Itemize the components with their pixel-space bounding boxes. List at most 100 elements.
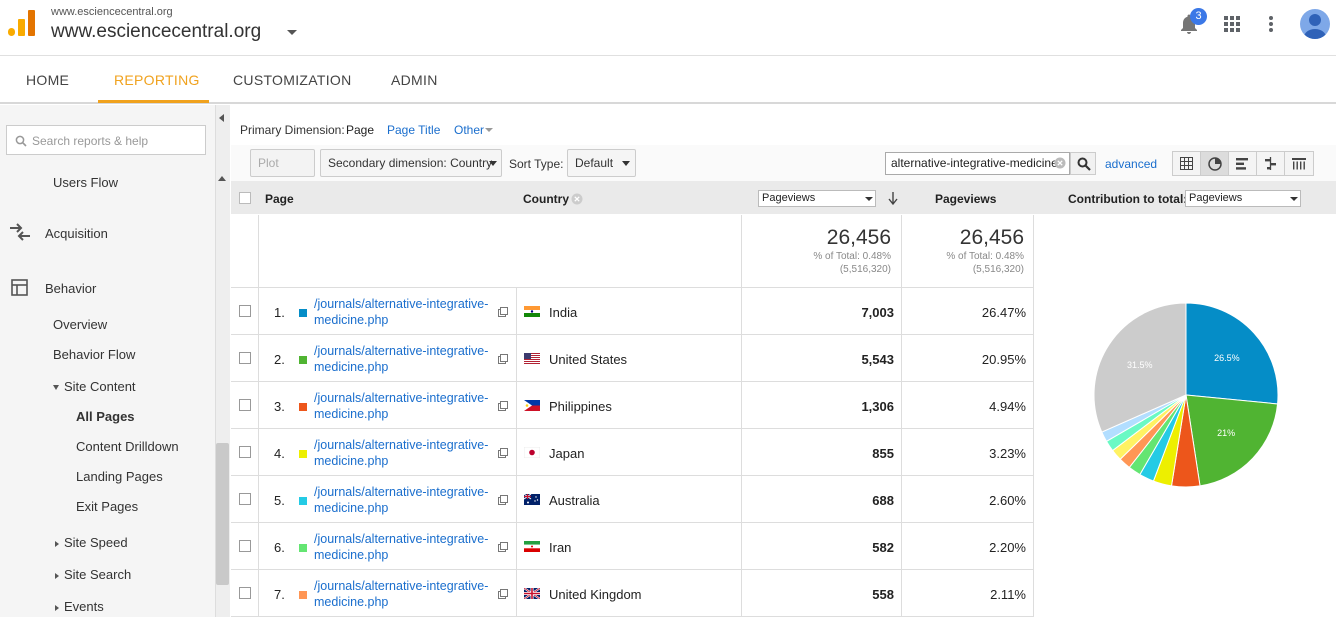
- tab-home[interactable]: HOME: [26, 72, 69, 88]
- open-link-icon[interactable]: [498, 589, 508, 599]
- comparison-view-button[interactable]: [1257, 152, 1285, 175]
- sidebar-scrollbar-thumb[interactable]: [216, 443, 229, 585]
- sidebar-item-events[interactable]: Events: [55, 599, 104, 614]
- summary-percent: % of Total: 0.48%: [813, 251, 891, 262]
- open-link-icon[interactable]: [498, 307, 508, 317]
- contribution-select[interactable]: Pageviews: [1185, 190, 1301, 207]
- pie-slice[interactable]: [1185, 394, 1279, 487]
- clear-filter-icon[interactable]: [1054, 157, 1066, 169]
- tab-reporting[interactable]: REPORTING: [114, 72, 200, 88]
- page-link[interactable]: /journals/alternative-integrative- medic…: [314, 437, 499, 469]
- select-all-checkbox[interactable]: [239, 192, 251, 204]
- country-name[interactable]: Australia: [549, 493, 600, 508]
- page-link[interactable]: /journals/alternative-integrative- medic…: [314, 390, 499, 422]
- page-link[interactable]: /journals/alternative-integrative- medic…: [314, 531, 499, 563]
- pie-view-button[interactable]: [1201, 152, 1229, 175]
- column-header-country[interactable]: Country: [523, 192, 569, 206]
- country-name[interactable]: United States: [549, 352, 627, 367]
- tab-admin[interactable]: ADMIN: [391, 72, 438, 88]
- sort-type-select[interactable]: Default: [567, 149, 636, 177]
- column-header-pageviews[interactable]: Pageviews: [935, 192, 996, 206]
- open-link-icon[interactable]: [498, 542, 508, 552]
- sidebar-item-landing-pages[interactable]: Landing Pages: [76, 469, 163, 484]
- primary-dimension-label: Primary Dimension:: [240, 123, 345, 137]
- property-selector[interactable]: www.esciencecentral.org: [51, 21, 261, 43]
- page-link[interactable]: /journals/alternative-integrative- medic…: [314, 484, 499, 516]
- sidebar-item-site-content[interactable]: Site Content: [53, 379, 136, 394]
- country-name[interactable]: Philippines: [549, 399, 612, 414]
- primary-dimension-other[interactable]: Other: [454, 123, 484, 137]
- table-view-button[interactable]: [1173, 152, 1201, 175]
- row-checkbox[interactable]: [239, 399, 251, 411]
- sidebar-item-site-search[interactable]: Site Search: [55, 567, 131, 582]
- collapse-sidebar-icon[interactable]: [219, 114, 224, 122]
- user-avatar[interactable]: [1300, 9, 1330, 39]
- account-name: www.esciencecentral.org: [51, 6, 173, 18]
- pageviews-percent: 2.11%: [990, 587, 1026, 602]
- advanced-filter-link[interactable]: advanced: [1105, 157, 1157, 171]
- page-link[interactable]: /journals/alternative-integrative- medic…: [314, 578, 499, 610]
- open-link-icon[interactable]: [498, 401, 508, 411]
- table-filter-input[interactable]: alternative-integrative-medicine: [885, 152, 1070, 175]
- pageviews-percent: 3.23%: [989, 446, 1026, 461]
- sidebar: Search reports & help Users Flow Acquisi…: [0, 105, 215, 617]
- table-row: 4. /journals/alternative-integrative- me…: [231, 429, 1034, 476]
- page-link[interactable]: /journals/alternative-integrative- medic…: [314, 296, 499, 328]
- open-link-icon[interactable]: [498, 495, 508, 505]
- sidebar-item-content-drilldown[interactable]: Content Drilldown: [76, 439, 179, 454]
- sidebar-item-acquisition[interactable]: Acquisition: [45, 226, 108, 241]
- row-number: 6.: [274, 540, 285, 555]
- analytics-logo-icon[interactable]: [8, 10, 36, 38]
- sidebar-item-behavior-flow[interactable]: Behavior Flow: [53, 347, 135, 362]
- sidebar-item-site-speed[interactable]: Site Speed: [55, 535, 128, 550]
- row-checkbox[interactable]: [239, 540, 251, 552]
- pageviews-percent: 2.60%: [989, 493, 1026, 508]
- scroll-up-arrow-icon[interactable]: [218, 176, 226, 181]
- summary-value: 26,456: [826, 226, 891, 249]
- page-link[interactable]: /journals/alternative-integrative- medic…: [314, 343, 499, 375]
- row-checkbox[interactable]: [239, 493, 251, 505]
- sort-descending-arrow-icon[interactable]: [888, 192, 898, 205]
- chevron-down-icon[interactable]: [287, 30, 297, 35]
- triangle-right-icon: [55, 572, 59, 579]
- chevron-down-icon: [1290, 197, 1298, 201]
- filter-search-button[interactable]: [1070, 152, 1096, 175]
- column-header-page[interactable]: Page: [265, 192, 294, 206]
- secondary-dimension-select[interactable]: Secondary dimension: Country: [320, 149, 502, 177]
- metric-select[interactable]: Pageviews: [758, 190, 876, 207]
- row-checkbox[interactable]: [239, 352, 251, 364]
- row-checkbox[interactable]: [239, 446, 251, 458]
- chevron-down-icon[interactable]: [485, 128, 493, 132]
- primary-dimension-page-title[interactable]: Page Title: [387, 123, 440, 137]
- apps-grid-icon[interactable]: [1224, 16, 1240, 32]
- search-reports-input[interactable]: Search reports & help: [6, 125, 206, 155]
- country-name[interactable]: India: [549, 305, 577, 320]
- summary-pageviews-2: 26,456 % of Total: 0.48% (5,516,320): [903, 215, 1034, 288]
- remove-dimension-icon[interactable]: [571, 193, 583, 205]
- more-vert-icon[interactable]: [1266, 15, 1276, 33]
- plot-rows-button[interactable]: Plot Rows: [250, 149, 315, 196]
- country-flag-icon: [524, 353, 540, 364]
- country-name[interactable]: United Kingdom: [549, 587, 642, 602]
- sort-type-label: Sort Type:: [509, 157, 564, 171]
- row-color-swatch: [299, 403, 307, 411]
- sidebar-item-overview[interactable]: Overview: [53, 317, 107, 332]
- sidebar-item-all-pages[interactable]: All Pages: [76, 409, 135, 424]
- open-link-icon[interactable]: [498, 354, 508, 364]
- table-row: 5. /journals/alternative-integrative- me…: [231, 476, 1034, 523]
- country-name[interactable]: Japan: [549, 446, 584, 461]
- row-number: 7.: [274, 587, 285, 602]
- country-flag-icon: [524, 306, 540, 317]
- row-checkbox[interactable]: [239, 305, 251, 317]
- open-link-icon[interactable]: [498, 448, 508, 458]
- country-name[interactable]: Iran: [549, 540, 571, 555]
- row-checkbox[interactable]: [239, 587, 251, 599]
- row-color-swatch: [299, 544, 307, 552]
- sidebar-item-behavior[interactable]: Behavior: [45, 281, 96, 296]
- row-number: 5.: [274, 493, 285, 508]
- tab-customization[interactable]: CUSTOMIZATION: [233, 72, 352, 88]
- sidebar-item-users-flow[interactable]: Users Flow: [53, 175, 118, 190]
- sidebar-item-exit-pages[interactable]: Exit Pages: [76, 499, 138, 514]
- performance-view-button[interactable]: [1229, 152, 1257, 175]
- pivot-view-button[interactable]: [1285, 152, 1313, 175]
